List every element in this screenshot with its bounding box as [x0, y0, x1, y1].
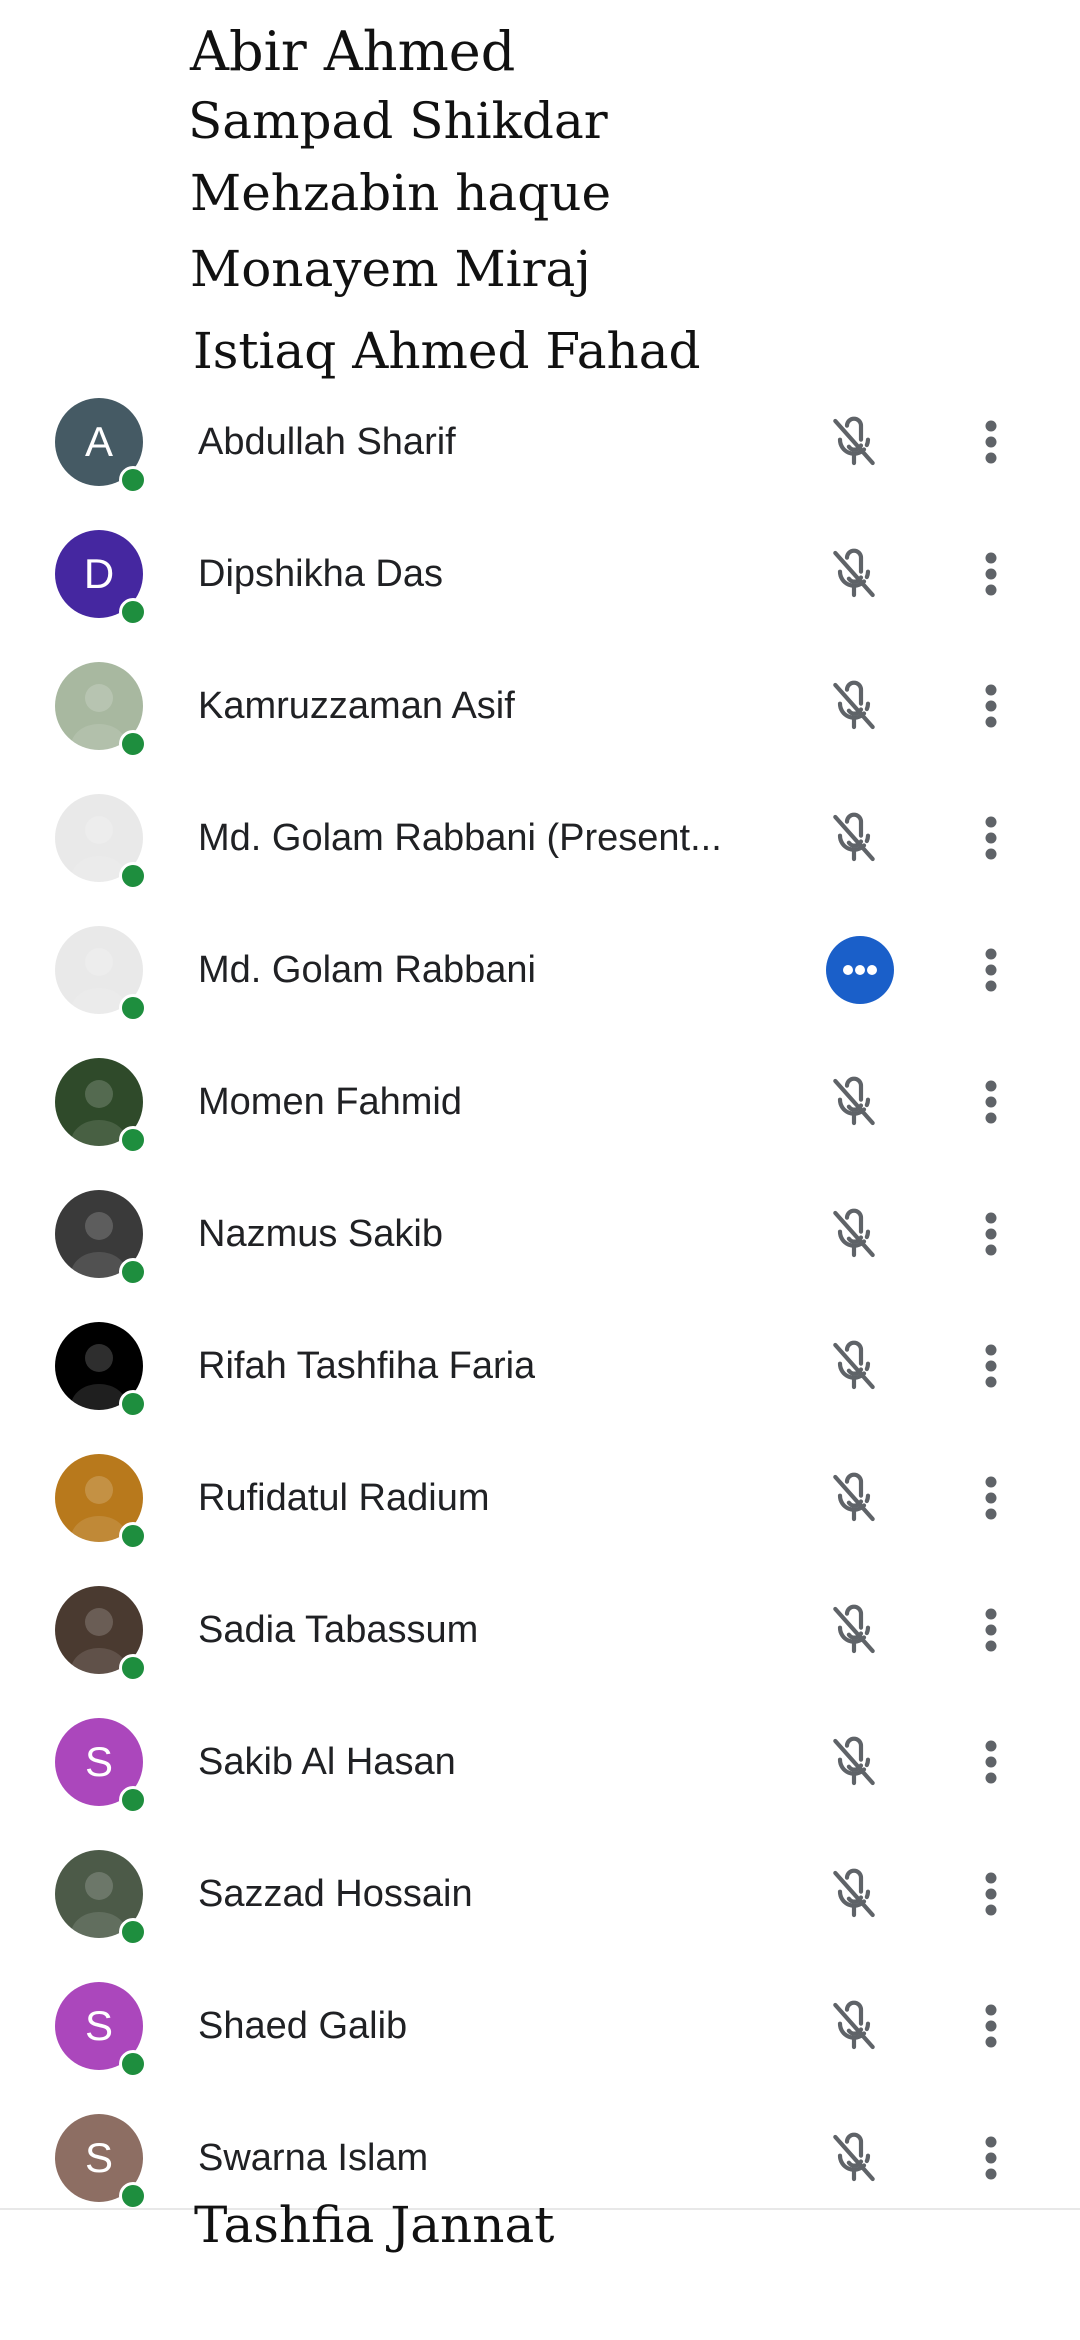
participant-name: Rufidatul Radium [198, 1477, 490, 1519]
more-options-icon[interactable] [966, 414, 1016, 470]
online-status-dot [119, 1654, 147, 1682]
mic-off-icon[interactable] [826, 1470, 882, 1526]
participant-name: Md. Golam Rabbani [198, 949, 536, 991]
participant-row[interactable]: S Shaed Galib [0, 1960, 1080, 2092]
online-status-dot [119, 598, 147, 626]
participant-name: Sadia Tabassum [198, 1609, 479, 1651]
participant-name: Momen Fahmid [198, 1081, 462, 1123]
more-options-icon[interactable] [966, 546, 1016, 602]
mic-off-icon[interactable] [826, 678, 882, 734]
participant-row[interactable]: Rifah Tashfiha Faria [0, 1300, 1080, 1432]
mic-off-icon[interactable] [826, 1998, 882, 2054]
online-status-dot [119, 1390, 147, 1418]
participant-row[interactable]: Kamruzzaman Asif [0, 640, 1080, 772]
participant-name: Sazzad Hossain [198, 1873, 473, 1915]
online-status-dot [119, 1786, 147, 1814]
online-status-dot [119, 994, 147, 1022]
mic-off-icon[interactable] [826, 810, 882, 866]
online-status-dot [119, 1126, 147, 1154]
participant-row[interactable]: S Sakib Al Hasan [0, 1696, 1080, 1828]
speaking-indicator-icon [826, 936, 894, 1004]
online-status-dot [119, 1522, 147, 1550]
avatar-initial: S [84, 1738, 113, 1785]
mic-off-icon[interactable] [826, 414, 882, 470]
mic-off-icon[interactable] [826, 1734, 882, 1790]
participant-row[interactable]: Md. Golam Rabbani [0, 904, 1080, 1036]
more-options-icon[interactable] [966, 1734, 1016, 1790]
overlay-name-3: Mehzabin haque [190, 164, 612, 222]
mic-off-icon[interactable] [826, 1338, 882, 1394]
participant-row[interactable]: Sadia Tabassum [0, 1564, 1080, 1696]
participant-name: Sakib Al Hasan [198, 1741, 456, 1783]
mic-off-icon[interactable] [826, 546, 882, 602]
online-status-dot [119, 466, 147, 494]
participants-list: A Abdullah Sharif D Dipshikha Das Kamruz… [0, 376, 1080, 2224]
participant-name: Abdullah Sharif [198, 421, 456, 463]
more-options-icon[interactable] [966, 1470, 1016, 1526]
more-options-icon[interactable] [966, 1866, 1016, 1922]
overlay-name-5: Istiaq Ahmed Fahad [193, 322, 701, 380]
mic-off-icon[interactable] [826, 1206, 882, 1262]
participant-row[interactable]: Rufidatul Radium [0, 1432, 1080, 1564]
participant-name: Md. Golam Rabbani (Present... [198, 817, 722, 859]
online-status-dot [119, 2182, 147, 2210]
mic-off-icon[interactable] [826, 2130, 882, 2186]
participant-name: Kamruzzaman Asif [198, 685, 515, 727]
avatar-initial: A [84, 418, 113, 465]
mic-off-icon[interactable] [826, 1602, 882, 1658]
online-status-dot [119, 1258, 147, 1286]
overlay-name-6: Tashfia Jannat [194, 2196, 555, 2254]
overlay-name-1: Abir Ahmed [190, 20, 516, 83]
overlay-name-4: Monayem Miraj [190, 240, 591, 298]
participant-row[interactable]: Momen Fahmid [0, 1036, 1080, 1168]
avatar-initial: D [83, 550, 115, 597]
online-status-dot [119, 1918, 147, 1946]
participant-row[interactable]: D Dipshikha Das [0, 508, 1080, 640]
online-status-dot [119, 862, 147, 890]
mic-off-icon[interactable] [826, 1074, 882, 1130]
more-options-icon[interactable] [966, 1206, 1016, 1262]
more-options-icon[interactable] [966, 1074, 1016, 1130]
more-options-icon[interactable] [966, 1602, 1016, 1658]
overlay-name-2: Sampad Shikdar [188, 92, 608, 150]
more-options-icon[interactable] [966, 2130, 1016, 2186]
avatar-initial: S [84, 2134, 113, 2181]
participant-row[interactable]: A Abdullah Sharif [0, 376, 1080, 508]
avatar-initial: S [84, 2002, 113, 2049]
online-status-dot [119, 730, 147, 758]
more-options-icon[interactable] [966, 678, 1016, 734]
online-status-dot [119, 2050, 147, 2078]
more-options-icon[interactable] [966, 1338, 1016, 1394]
more-options-icon[interactable] [966, 1998, 1016, 2054]
participant-row[interactable]: Md. Golam Rabbani (Present... [0, 772, 1080, 904]
more-options-icon[interactable] [966, 810, 1016, 866]
mic-off-icon[interactable] [826, 1866, 882, 1922]
participant-name: Dipshikha Das [198, 553, 443, 595]
participant-name: Nazmus Sakib [198, 1213, 443, 1255]
participant-name: Shaed Galib [198, 2005, 408, 2047]
participant-row[interactable]: Nazmus Sakib [0, 1168, 1080, 1300]
participant-name: Rifah Tashfiha Faria [198, 1345, 536, 1387]
participant-row[interactable]: Sazzad Hossain [0, 1828, 1080, 1960]
more-options-icon[interactable] [966, 942, 1016, 998]
